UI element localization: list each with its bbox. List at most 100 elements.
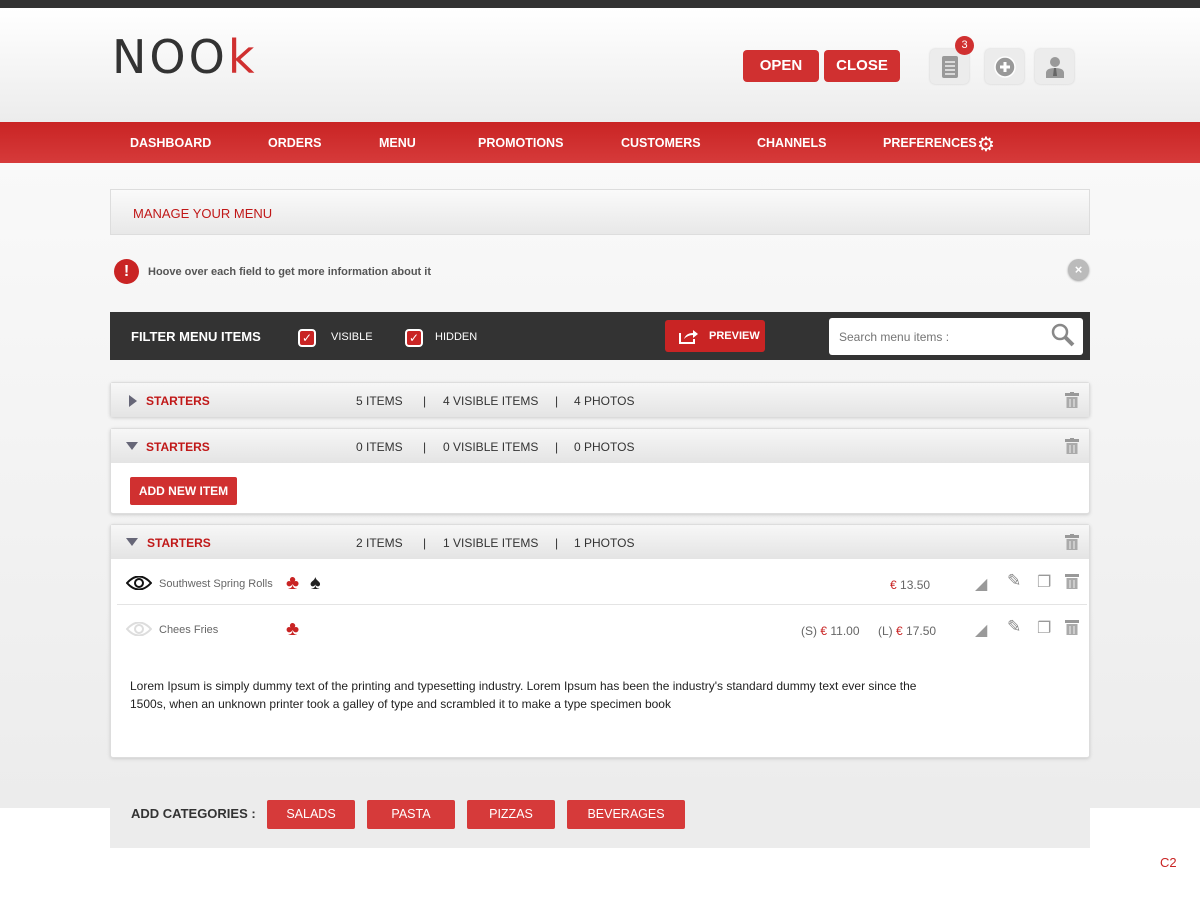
notification-badge: 3 (955, 36, 974, 55)
share-icon (679, 330, 698, 344)
separator: | (423, 394, 427, 408)
visible-count: 0 VISIBLE ITEMS (443, 440, 539, 454)
item-description: Lorem Ipsum is simply dummy text of the … (130, 679, 917, 711)
nav-customers[interactable]: CUSTOMERS (621, 136, 701, 150)
currency-symbol: € (896, 624, 903, 638)
separator: | (423, 536, 427, 550)
category-panel: STARTERS 5 ITEMS | 4 VISIBLE ITEMS | 4 P… (110, 382, 1090, 417)
currency-symbol: € (820, 624, 828, 638)
photo-count: 1 PHOTOS (574, 536, 635, 550)
filter-bar: FILTER MENU ITEMS ✓ VISIBLE ✓ HIDDEN PRE… (110, 312, 1090, 360)
preview-label: PREVIEW (709, 330, 760, 342)
spade-icon: ♠ (310, 572, 321, 594)
category-salads-button[interactable]: SALADS (267, 800, 355, 829)
duplicate-icon[interactable]: ❐ (1037, 572, 1051, 592)
duplicate-icon[interactable]: ❐ (1037, 618, 1051, 638)
eye-hidden-icon[interactable] (126, 622, 152, 636)
large-price: 17.50 (906, 624, 937, 638)
expand-arrow-icon[interactable] (129, 395, 137, 407)
add-new-item-button[interactable]: ADD NEW ITEM (130, 477, 237, 505)
filter-title: FILTER MENU ITEMS (131, 329, 261, 344)
nav-orders[interactable]: ORDERS (268, 136, 321, 150)
page-title: MANAGE YOUR MENU (133, 206, 273, 221)
currency-symbol: € (890, 578, 897, 592)
nav-dashboard[interactable]: DASHBOARD (130, 136, 211, 150)
trash-icon[interactable] (1065, 619, 1079, 635)
search-icon[interactable] (1051, 323, 1075, 347)
document-icon (941, 55, 958, 78)
item-name: Chees Fries (159, 624, 219, 636)
hidden-label: HIDDEN (435, 331, 478, 343)
logo-text: NOO (112, 30, 228, 84)
category-panel: STARTERS 2 ITEMS | 1 VISIBLE ITEMS | 1 P… (110, 524, 1090, 758)
size-label: (S) (801, 624, 817, 638)
category-pizzas-button[interactable]: PIZZAS (467, 800, 555, 829)
add-button[interactable] (985, 49, 1024, 84)
alert-icon: ! (114, 259, 139, 284)
chart-icon[interactable]: ◢ (975, 620, 987, 640)
eye-icon[interactable] (126, 576, 152, 590)
hidden-checkbox[interactable]: ✓ (405, 329, 423, 347)
nav-preferences[interactable]: PREFERENCES (883, 136, 977, 150)
visible-checkbox[interactable]: ✓ (298, 329, 316, 347)
search-input[interactable] (829, 318, 1083, 355)
info-text: Hoove over each field to get more inform… (148, 266, 431, 278)
collapse-arrow-icon[interactable] (126, 538, 138, 546)
menu-item-row[interactable]: Southwest Spring Rolls ♣ ♠ € 13.50 ◢ ✎ ❐ (117, 560, 1087, 605)
photo-count: 0 PHOTOS (574, 440, 635, 454)
separator: | (555, 440, 559, 454)
nav-menu[interactable]: MENU (379, 136, 416, 150)
separator: | (555, 394, 559, 408)
category-header[interactable]: STARTERS 2 ITEMS | 1 VISIBLE ITEMS | 1 P… (111, 525, 1089, 559)
club-icon: ♣ (286, 572, 300, 594)
trash-icon[interactable] (1065, 573, 1079, 589)
trash-icon[interactable] (1065, 534, 1079, 550)
menu-item-row[interactable]: Chees Fries ♣ (S) € 11.00 (L) € 17.50 ◢ … (117, 606, 1087, 651)
edit-icon[interactable]: ✎ (1007, 617, 1021, 637)
item-count: 2 ITEMS (356, 536, 403, 550)
visible-count: 1 VISIBLE ITEMS (443, 536, 539, 550)
small-price: 11.00 (830, 624, 860, 638)
category-pasta-button[interactable]: PASTA (367, 800, 455, 829)
user-button[interactable] (1035, 49, 1074, 84)
item-count: 5 ITEMS (356, 394, 403, 408)
edit-icon[interactable]: ✎ (1007, 571, 1021, 591)
main-nav: DASHBOARD ORDERS MENU PROMOTIONS CUSTOME… (0, 122, 1200, 163)
close-icon[interactable]: × (1068, 259, 1089, 280)
nav-channels[interactable]: CHANNELS (757, 136, 826, 150)
corner-label: C2 (1160, 855, 1177, 870)
item-price: 13.50 (900, 578, 931, 592)
add-categories-label: ADD CATEGORIES : (131, 806, 256, 821)
category-beverages-button[interactable]: BEVERAGES (567, 800, 685, 829)
category-panel: STARTERS 0 ITEMS | 0 VISIBLE ITEMS | 0 P… (110, 428, 1090, 514)
size-label: (L) (878, 624, 893, 638)
category-name: STARTERS (146, 394, 210, 408)
collapse-arrow-icon[interactable] (126, 442, 138, 450)
chart-icon[interactable]: ◢ (975, 574, 987, 594)
club-icon: ♣ (286, 618, 300, 640)
page-title-box: MANAGE YOUR MENU (110, 189, 1090, 235)
open-button[interactable]: OPEN (743, 50, 819, 82)
separator: | (423, 440, 427, 454)
trash-icon[interactable] (1065, 392, 1079, 408)
nav-promotions[interactable]: PROMOTIONS (478, 136, 563, 150)
category-name: STARTERS (146, 440, 210, 454)
gear-icon[interactable]: ⚙ (977, 132, 995, 157)
visible-label: VISIBLE (331, 331, 373, 343)
category-header[interactable]: STARTERS 5 ITEMS | 4 VISIBLE ITEMS | 4 P… (111, 383, 1089, 417)
add-categories-bar: ADD CATEGORIES : SALADS PASTA PIZZAS BEV… (110, 777, 1090, 848)
logo[interactable]: NOOk (112, 30, 257, 100)
top-bar (0, 0, 1200, 8)
item-count: 0 ITEMS (356, 440, 403, 454)
preview-button[interactable]: PREVIEW (665, 320, 765, 352)
close-button[interactable]: CLOSE (824, 50, 900, 82)
user-icon (1045, 56, 1064, 78)
visible-count: 4 VISIBLE ITEMS (443, 394, 539, 408)
plus-circle-icon (993, 55, 1016, 78)
item-name: Southwest Spring Rolls (159, 578, 273, 590)
separator: | (555, 536, 559, 550)
trash-icon[interactable] (1065, 438, 1079, 454)
category-header[interactable]: STARTERS 0 ITEMS | 0 VISIBLE ITEMS | 0 P… (111, 429, 1089, 463)
logo-accent: k (227, 30, 258, 84)
category-name: STARTERS (147, 536, 211, 550)
